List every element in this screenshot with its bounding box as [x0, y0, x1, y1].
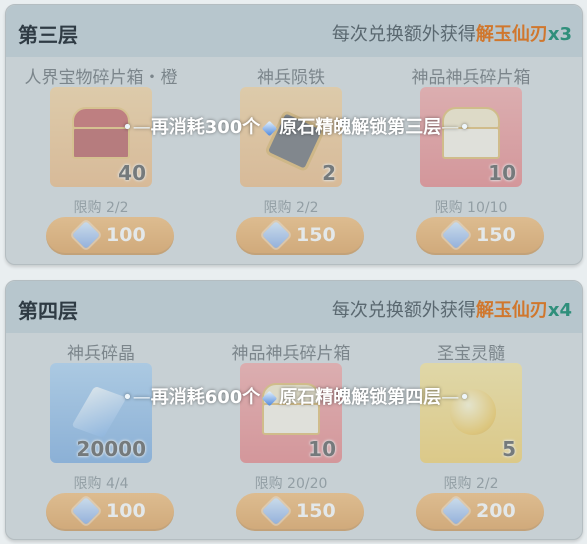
bonus-prefix: 每次兑换额外获得	[331, 24, 476, 45]
tier-bonus: 每次兑换额外获得解玉仙刃x3	[332, 20, 572, 46]
tier-3-panel: 第三层 每次兑换额外获得解玉仙刃x3 人界宝物碎片箱・橙 40 限购 2/2 1…	[5, 4, 583, 265]
tier-4-panel: 第四层 每次兑换额外获得解玉仙刃x4 神兵碎晶 20000 限购 4/4 100…	[5, 280, 583, 540]
unlock-target: 原石精魄解锁第四层	[279, 387, 442, 408]
tier-3-header: 第三层 每次兑换额外获得解玉仙刃x3	[6, 5, 582, 57]
bonus-multiplier: x4	[547, 300, 572, 321]
unlock-target: 原石精魄解锁第三层	[279, 117, 442, 138]
bonus-prefix: 每次兑换额外获得	[331, 300, 476, 321]
unlock-message: •—再消耗600个 原石精魄解锁第四层—•	[122, 387, 470, 408]
tier-title: 第三层	[18, 23, 78, 47]
gem-icon	[262, 120, 278, 136]
bonus-item: 解玉仙刃	[475, 300, 548, 321]
lock-overlay	[6, 57, 582, 264]
tier-title: 第四层	[18, 299, 78, 323]
unlock-cost: 再消耗300个	[150, 117, 261, 138]
bonus-item: 解玉仙刃	[475, 24, 548, 45]
unlock-message: •—再消耗300个 原石精魄解锁第三层—•	[122, 117, 470, 138]
tier-4-header: 第四层 每次兑换额外获得解玉仙刃x4	[6, 281, 582, 333]
tier-bonus: 每次兑换额外获得解玉仙刃x4	[332, 296, 572, 322]
bonus-multiplier: x3	[547, 24, 572, 45]
gem-icon	[262, 390, 278, 406]
unlock-cost: 再消耗600个	[150, 387, 261, 408]
lock-overlay	[6, 333, 582, 539]
